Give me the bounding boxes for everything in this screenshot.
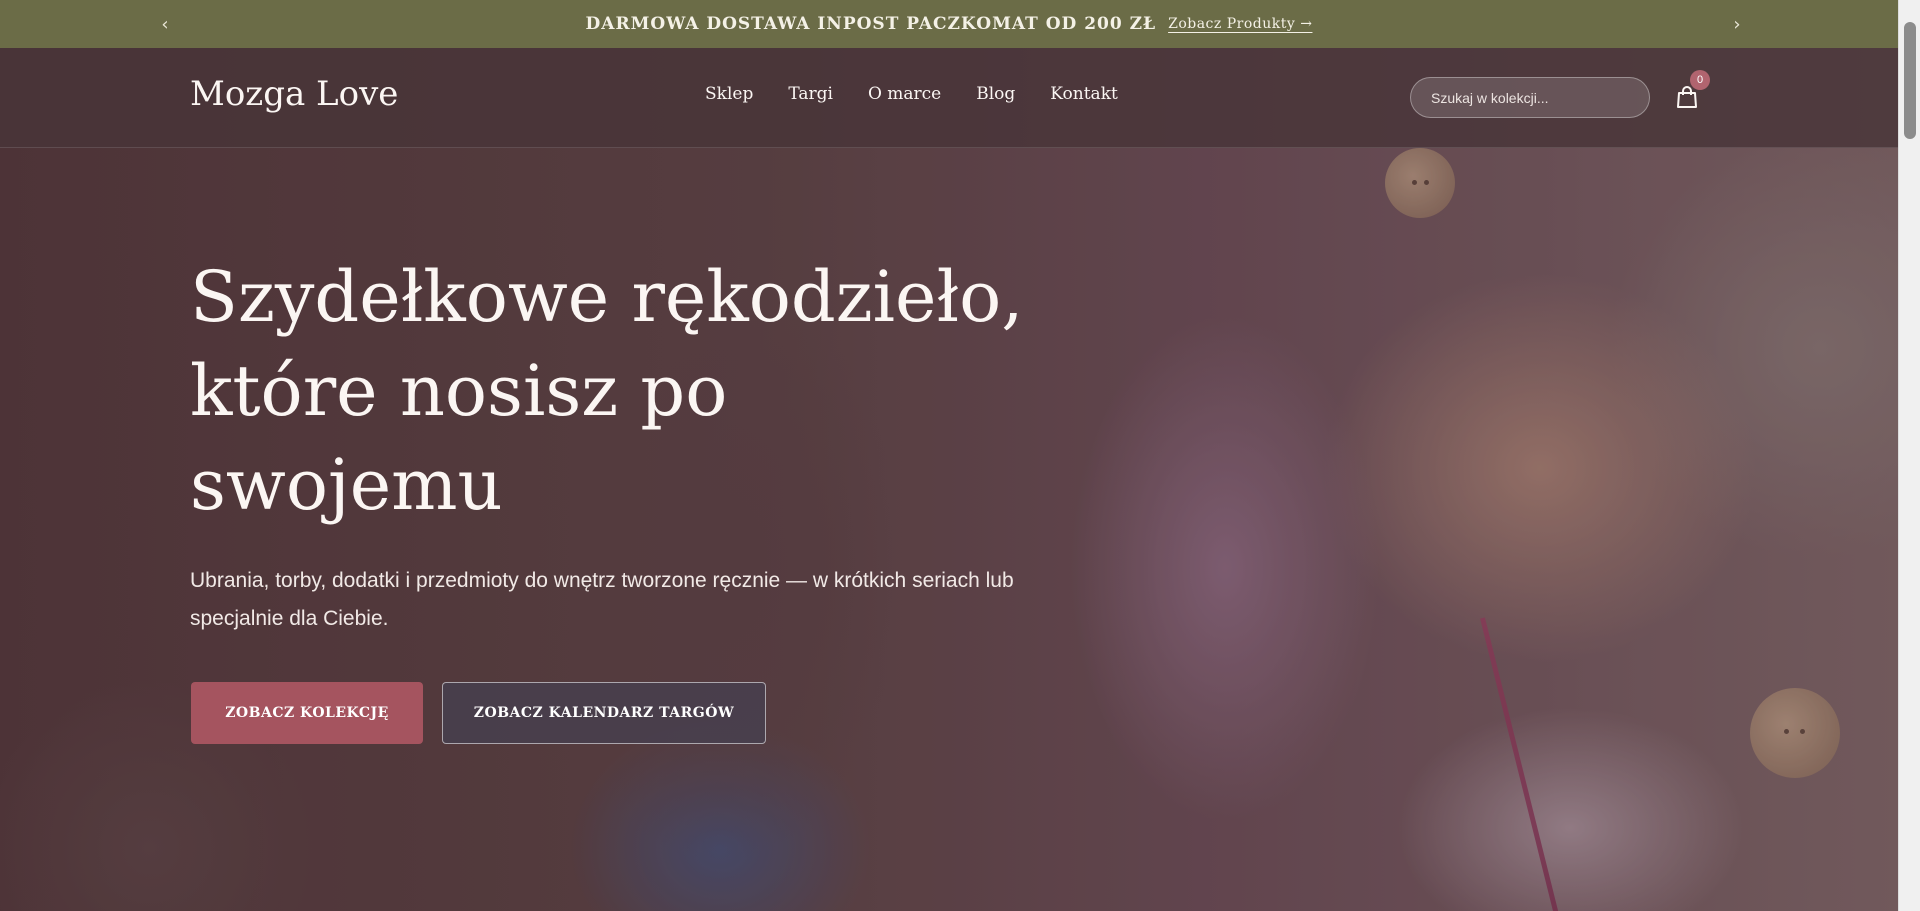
view-fair-calendar-button[interactable]: ZOBACZ KALENDARZ TARGÓW xyxy=(442,682,766,744)
nav-item-targi[interactable]: Targi xyxy=(788,84,833,104)
nav-item-o-marce[interactable]: O marce xyxy=(868,84,941,104)
view-collection-button[interactable]: ZOBACZ KOLEKCJĘ xyxy=(191,682,423,744)
announcement-bar: ‹ DARMOWA DOSTAWA INPOST PACZKOMAT OD 20… xyxy=(0,0,1898,48)
site-header: Mozga Love Sklep Targi O marce Blog Kont… xyxy=(0,48,1898,148)
site-logo[interactable]: Mozga Love xyxy=(190,74,398,114)
hero-title: Szydełkowe rękodzieło, które nosisz po s… xyxy=(190,256,1024,526)
cart-count-badge: 0 xyxy=(1690,70,1710,90)
announcement-message: DARMOWA DOSTAWA INPOST PACZKOMAT OD 200 … xyxy=(585,14,1157,34)
nav-item-sklep[interactable]: Sklep xyxy=(705,84,753,104)
main-nav: Sklep Targi O marce Blog Kontakt xyxy=(705,84,1118,104)
scrollbar-thumb[interactable] xyxy=(1904,22,1916,139)
page-scrollbar[interactable] xyxy=(1898,0,1920,911)
hero-subtitle: Ubrania, torby, dodatki i przedmioty do … xyxy=(190,569,1014,630)
search-input[interactable] xyxy=(1410,77,1650,118)
nav-item-blog[interactable]: Blog xyxy=(976,84,1015,104)
announcement-next-arrow[interactable]: › xyxy=(1717,0,1757,48)
announcement-prev-arrow[interactable]: ‹ xyxy=(145,0,185,48)
announcement-products-link[interactable]: Zobacz Produkty → xyxy=(1168,16,1312,32)
nav-item-kontakt[interactable]: Kontakt xyxy=(1050,84,1118,104)
